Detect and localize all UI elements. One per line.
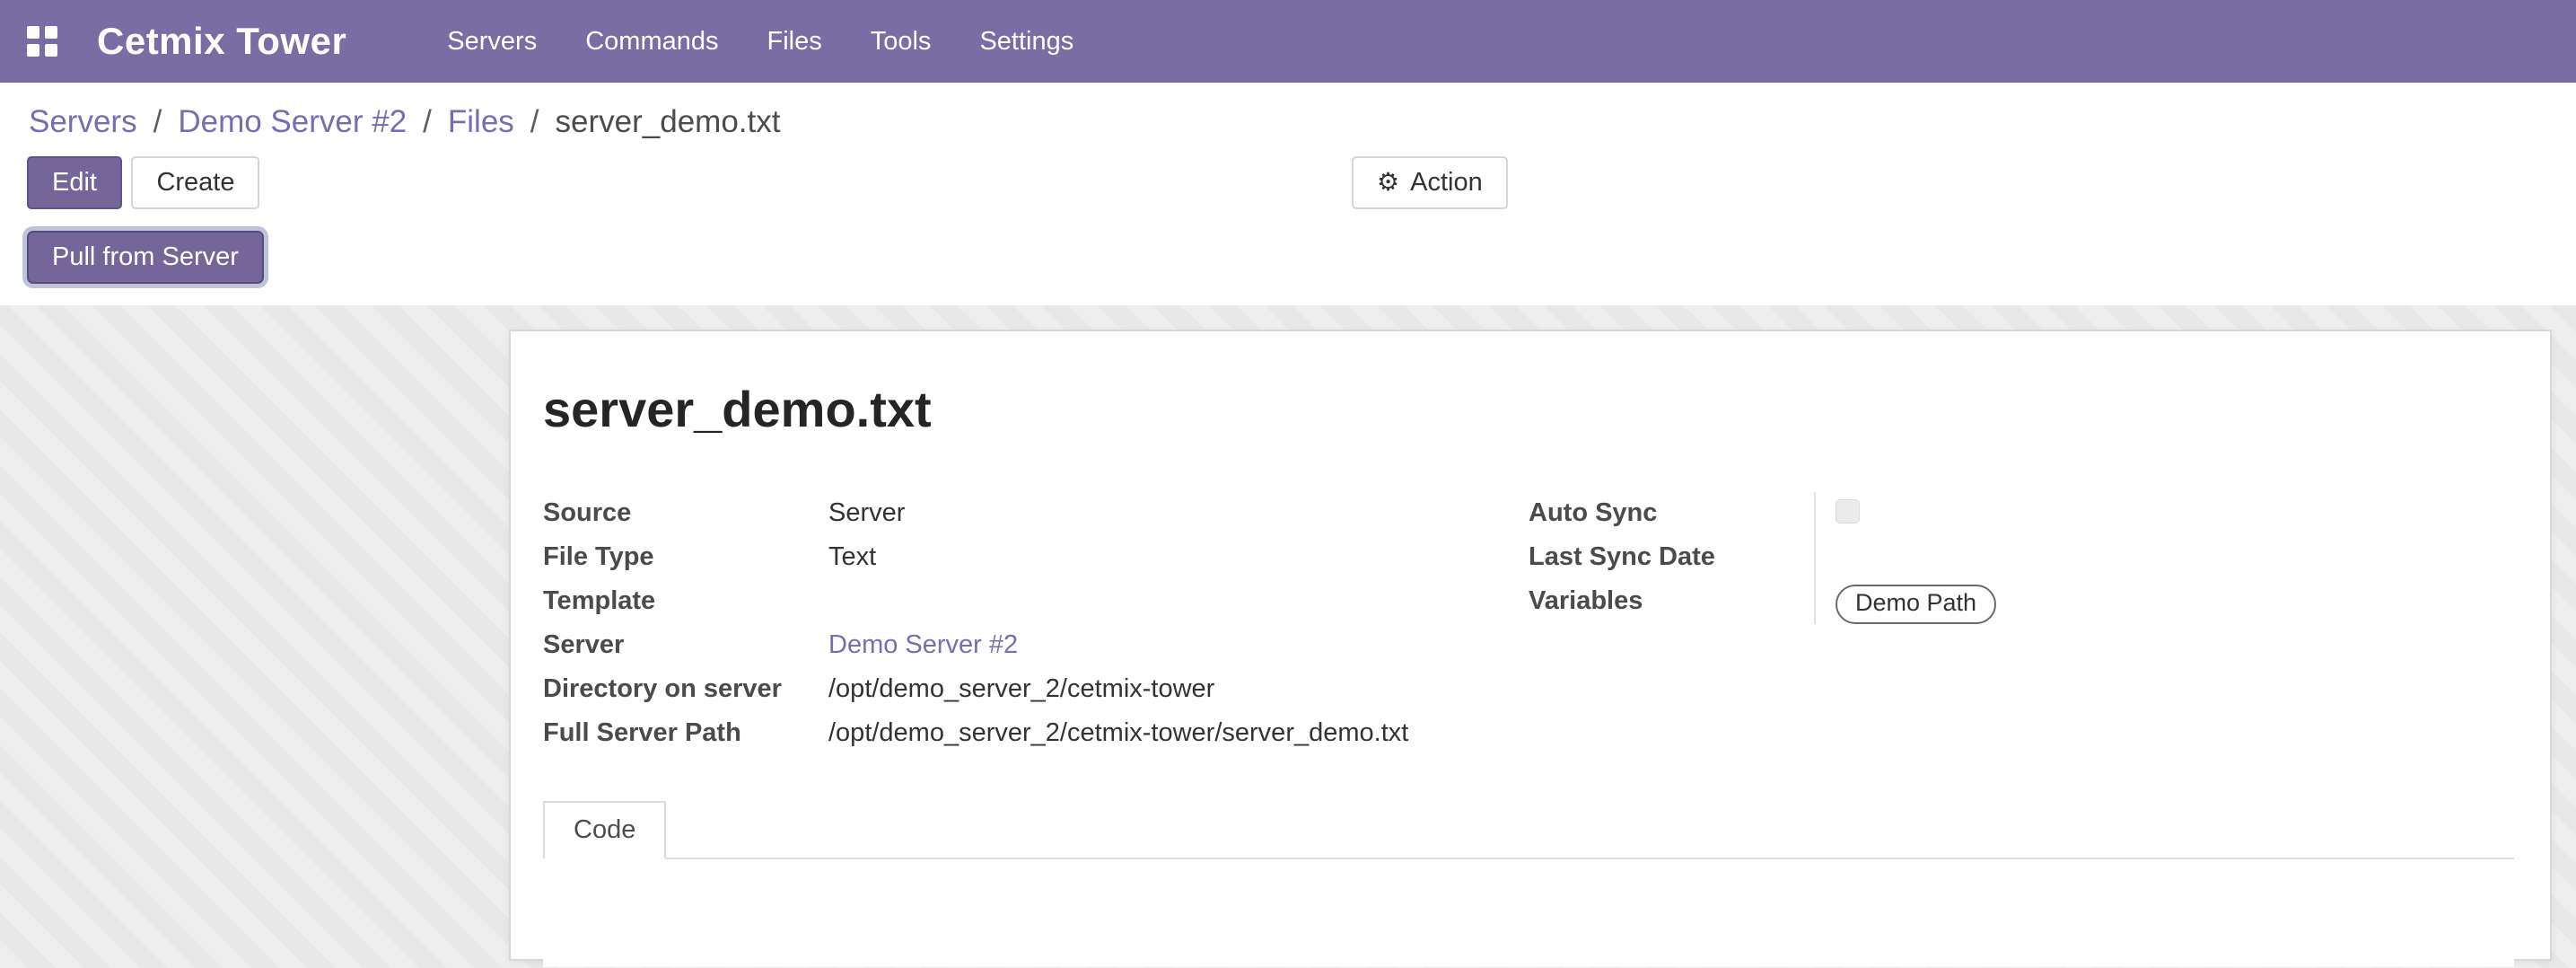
nav-menu-commands[interactable]: Commands xyxy=(585,27,718,57)
app-brand[interactable]: Cetmix Tower xyxy=(97,20,346,63)
tab-content-code xyxy=(543,859,2514,967)
field-label-full-server-path: Full Server Path xyxy=(543,712,828,756)
form-view-background: server_demo.txt SourceServerFile TypeTex… xyxy=(0,305,2576,968)
pull-from-server-button[interactable]: Pull from Server xyxy=(27,231,264,284)
field-label-source: Source xyxy=(543,492,828,536)
auto-sync-checkbox[interactable] xyxy=(1836,499,1860,524)
field-label-template: Template xyxy=(543,580,828,624)
field-label-server: Server xyxy=(543,624,828,668)
field-value-template xyxy=(828,580,1529,624)
edit-button[interactable]: Edit xyxy=(27,156,122,209)
pull-button-row: Pull from Server xyxy=(0,216,2576,305)
apps-grid-square xyxy=(45,44,57,57)
field-value-file-type: Text xyxy=(828,536,1529,580)
field-value-last-sync-date xyxy=(1814,536,2514,580)
field-value-variables: Demo Path xyxy=(1814,580,2514,624)
record-title: server_demo.txt xyxy=(543,382,2514,437)
field-label-last-sync-date: Last Sync Date xyxy=(1529,536,1814,580)
tab-code[interactable]: Code xyxy=(543,801,666,859)
breadcrumb-separator: / xyxy=(153,104,162,140)
apps-grid-square xyxy=(27,26,39,39)
field-label-file-type: File Type xyxy=(543,536,828,580)
field-value-server: Demo Server #2 xyxy=(828,624,1529,668)
control-buttons-row: Edit Create ⚙ Action xyxy=(0,145,2576,216)
nav-menu-files[interactable]: Files xyxy=(767,27,822,57)
breadcrumb-row: Servers / Demo Server #2 / Files / server_demo… xyxy=(0,83,2576,145)
nav-menu-servers[interactable]: Servers xyxy=(447,27,537,57)
apps-grid-square xyxy=(45,26,57,39)
notebook-tabs: Code xyxy=(543,801,2514,859)
action-button[interactable]: ⚙ Action xyxy=(1352,156,1508,209)
field-groups: SourceServerFile TypeTextTemplateServerD… xyxy=(543,492,2514,756)
breadcrumb-link-servers[interactable]: Servers xyxy=(29,104,137,140)
field-label-auto-sync: Auto Sync xyxy=(1529,492,1814,536)
top-navbar: Cetmix Tower ServersCommandsFilesToolsSe… xyxy=(0,0,2576,83)
field-value-full-server-path: /opt/demo_server_2/cetmix-tower/server_d… xyxy=(828,712,1529,756)
nav-menu-settings[interactable]: Settings xyxy=(979,27,1073,57)
breadcrumb-separator: / xyxy=(530,104,539,140)
field-value-source: Server xyxy=(828,492,1529,536)
form-sheet: server_demo.txt SourceServerFile TypeTex… xyxy=(509,330,2552,961)
right-field-group: Auto SyncLast Sync DateVariables Demo Pat… xyxy=(1529,492,2514,756)
gear-icon: ⚙ xyxy=(1377,170,1399,195)
breadcrumb-link-demo-server-2[interactable]: Demo Server #2 xyxy=(178,104,407,140)
breadcrumb-separator: / xyxy=(423,104,432,140)
field-value-directory-on-server: /opt/demo_server_2/cetmix-tower xyxy=(828,668,1529,712)
nav-menu-tools[interactable]: Tools xyxy=(871,27,932,57)
notebook: Code xyxy=(543,801,2514,967)
notebook-header-line xyxy=(666,801,2514,859)
tag-demo-path[interactable]: Demo Path xyxy=(1836,585,1996,624)
create-button[interactable]: Create xyxy=(131,156,259,209)
apps-grid-square xyxy=(27,44,39,57)
field-value-auto-sync xyxy=(1814,492,2514,536)
left-field-group: SourceServerFile TypeTextTemplateServerD… xyxy=(543,492,1529,756)
field-label-variables: Variables xyxy=(1529,580,1814,624)
breadcrumb: Servers / Demo Server #2 / Files / server_demo… xyxy=(29,104,2547,140)
link-demo-server-2[interactable]: Demo Server #2 xyxy=(828,630,1018,659)
breadcrumb-current: server_demo.txt xyxy=(556,104,781,140)
action-button-label: Action xyxy=(1410,167,1483,198)
field-label-directory-on-server: Directory on server xyxy=(543,668,828,712)
navbar-menu: Servers Commands Files Tools Settings xyxy=(447,27,1073,57)
apps-grid-icon[interactable] xyxy=(27,26,57,57)
breadcrumb-link-files[interactable]: Files xyxy=(448,104,514,140)
